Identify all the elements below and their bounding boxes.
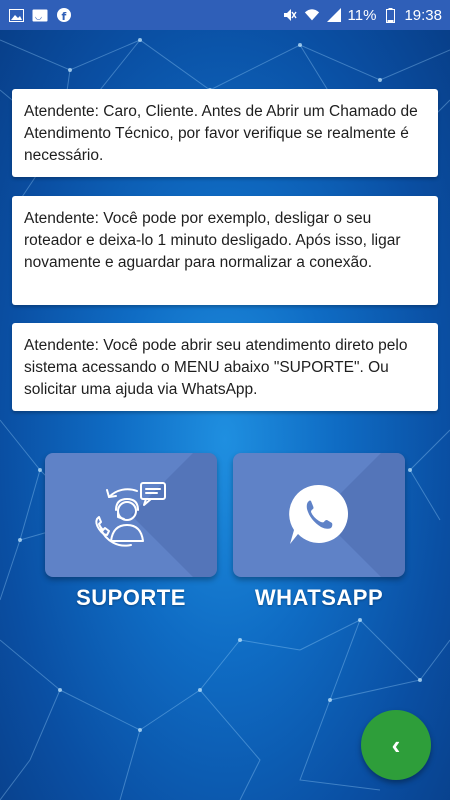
clock: 19:38 [404,6,442,24]
attendant-message-2: Atendente: Você pode por exemplo, deslig… [12,196,438,305]
svg-text:f: f [62,10,67,22]
wifi-icon [304,7,320,23]
gallery-icon [8,7,24,23]
status-bar-left: ◡ f [8,7,72,23]
support-button[interactable] [45,453,217,577]
facebook-icon: f [56,7,72,23]
status-bar: ◡ f 11% 19:38 [0,0,450,30]
attendant-message-3: Atendente: Você pode abrir seu atendimen… [12,323,438,411]
support-agent-icon [95,482,166,547]
whatsapp-icon [289,484,348,544]
support-label[interactable]: SUPORTE [31,585,231,611]
battery-percentage: 11% [347,6,377,24]
back-button[interactable]: ‹ [361,710,431,780]
signal-icon [326,7,342,23]
attendant-message-1: Atendente: Caro, Cliente. Antes de Abrir… [12,89,438,177]
cast-icon: ◡ [32,7,48,23]
status-bar-right: 11% 19:38 [282,7,442,24]
svg-text:◡: ◡ [35,12,42,21]
battery-icon [382,7,398,23]
chevron-left-icon: ‹ [391,729,401,760]
whatsapp-label[interactable]: WHATSAPP [219,585,419,611]
mute-icon [282,7,298,23]
whatsapp-button[interactable] [233,453,405,577]
